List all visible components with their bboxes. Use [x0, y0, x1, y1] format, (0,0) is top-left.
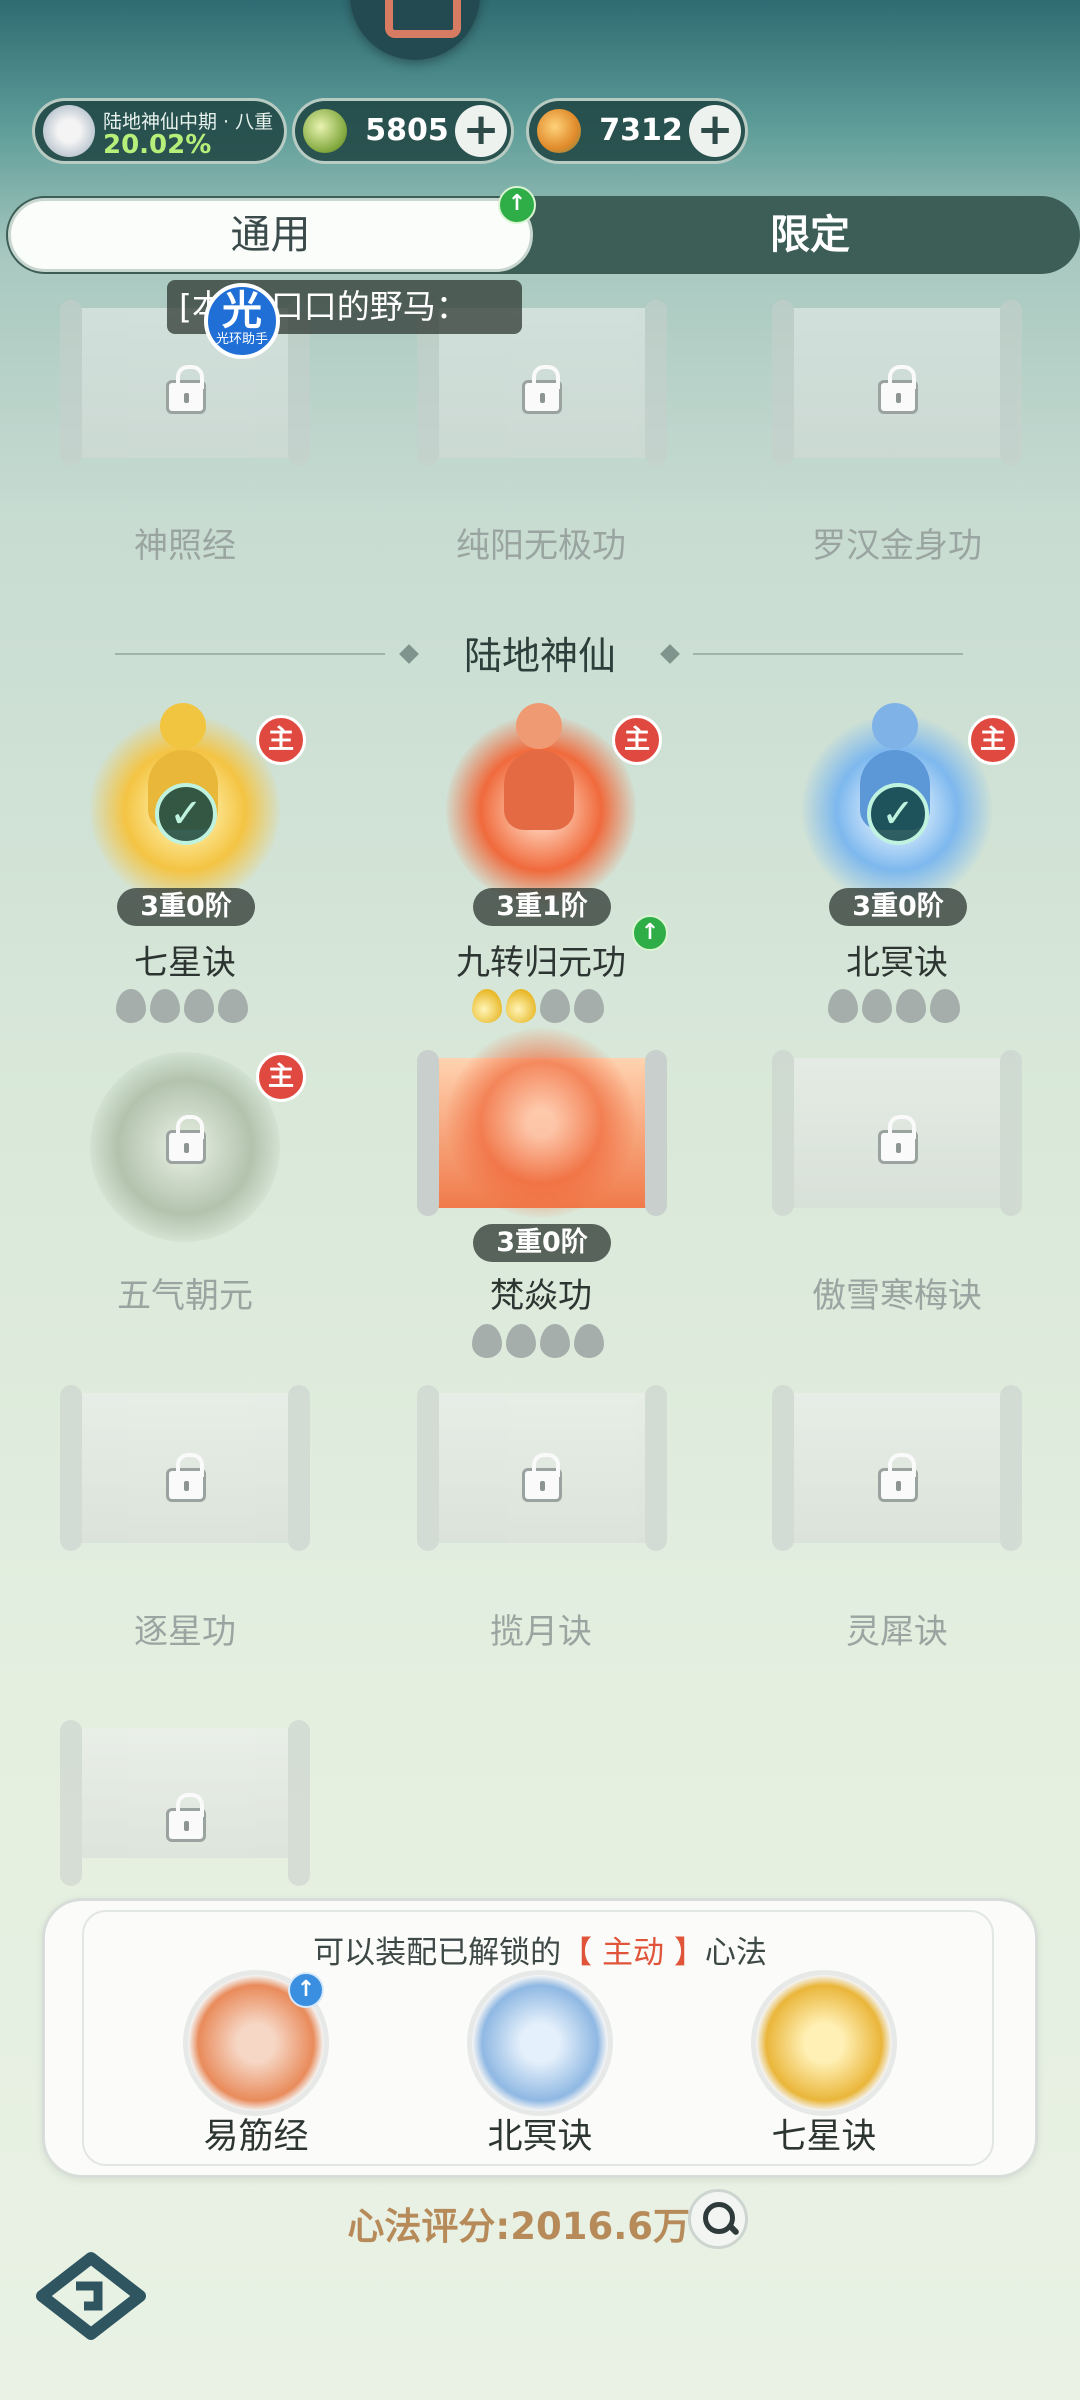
menu-logo-icon[interactable] — [36, 2252, 146, 2340]
rank-drop-icon — [184, 989, 214, 1023]
main-skill-badge: 主 — [968, 715, 1018, 765]
rank-drop-icon — [472, 1324, 502, 1358]
rank-drop-gold-icon — [472, 989, 502, 1023]
figure-head-icon — [872, 703, 918, 749]
realm-progress-chip[interactable]: 陆地神仙中期 · 八重 20.02% — [32, 98, 287, 164]
rank-drop-icon — [150, 989, 180, 1023]
currency-peach-orb: 7312 + — [526, 98, 748, 164]
lock-icon — [878, 365, 918, 414]
hint-text-highlight: 【 主动 】 — [561, 1935, 705, 1971]
upgrade-arrow-icon: ↑ — [498, 186, 536, 224]
equip-slot-name: 易筋经 — [203, 2117, 309, 2157]
hint-text-before: 可以装配已解锁的 — [313, 1935, 562, 1971]
rank-drop-icon — [540, 989, 570, 1023]
skill-name-lingxi[interactable]: 灵犀诀 — [747, 1604, 1047, 1653]
star-drops — [828, 989, 988, 1029]
lock-icon — [878, 1453, 918, 1502]
currency-spirit-stone: 5805 + — [292, 98, 514, 164]
star-drops — [116, 989, 276, 1029]
equipped-check-icon: ✓ — [867, 783, 929, 845]
lock-icon — [522, 1453, 562, 1502]
rank-drop-icon — [116, 989, 146, 1023]
search-icon[interactable] — [688, 2189, 748, 2249]
flame-icon — [446, 1028, 636, 1218]
lock-icon — [166, 1453, 206, 1502]
realm-avatar-icon — [43, 105, 95, 157]
equip-slot-art — [751, 1970, 897, 2116]
lock-icon — [166, 365, 206, 414]
rank-drop-icon — [828, 989, 858, 1023]
rank-drop-icon — [574, 989, 604, 1023]
skill-name-lanyue[interactable]: 揽月诀 — [391, 1604, 691, 1653]
top-emblem-icon[interactable] — [350, 0, 480, 60]
main-skill-badge: 主 — [256, 1052, 306, 1102]
skill-name-wuqichaoyuan: 五气朝元 — [117, 1276, 253, 1316]
helper-glyph: 光 — [222, 288, 262, 334]
section-divider-right — [693, 653, 963, 655]
lock-icon — [878, 1115, 918, 1164]
helper-floating-button[interactable]: 光 光环助手 — [204, 283, 280, 359]
rank-drop-icon — [862, 989, 892, 1023]
rank-drop-gold-icon — [506, 989, 536, 1023]
skill-name-qixingjue: 七星诀 — [134, 943, 236, 983]
equip-slot-art — [467, 1970, 613, 2116]
tab-general[interactable]: 通用 — [8, 198, 533, 272]
skill-rank-badge: 3重1阶 — [473, 888, 611, 926]
currency-spirit-stone-value: 5805 — [365, 113, 449, 148]
lock-icon — [166, 1793, 206, 1842]
equipped-check-icon: ✓ — [155, 783, 217, 845]
section-divider-left — [115, 653, 385, 655]
skill-score: 心法评分:2016.6万 — [347, 2205, 690, 2248]
skill-name-shenzhaojing[interactable]: 神照经 — [35, 518, 335, 567]
skill-name-zhuxing[interactable]: 逐星功 — [35, 1604, 335, 1653]
star-drops — [472, 989, 632, 1029]
rank-drop-icon — [930, 989, 960, 1023]
lock-icon — [522, 365, 562, 414]
spirit-stone-icon — [303, 109, 347, 153]
equip-slot-name: 七星诀 — [771, 2117, 877, 2157]
equip-slot-name: 北冥诀 — [487, 2117, 593, 2157]
rank-drop-icon — [574, 1324, 604, 1358]
hint-text-after: 心法 — [704, 1935, 767, 1971]
helper-label: 光环助手 — [215, 332, 268, 347]
rank-drop-icon — [506, 1324, 536, 1358]
skill-name-luohan[interactable]: 罗汉金身功 — [747, 518, 1047, 567]
skill-name-fanyan: 梵焱功 — [490, 1276, 592, 1316]
tab-limited[interactable]: 限定 — [540, 198, 1080, 272]
figure-head-icon — [516, 703, 562, 749]
currency-peach-orb-value: 7312 — [599, 113, 683, 148]
rank-drop-icon — [218, 989, 248, 1023]
main-skill-badge: 主 — [612, 715, 662, 765]
skill-rank-badge: 3重0阶 — [829, 888, 967, 926]
skill-name-jiuzhuan: 九转归元功 — [456, 943, 626, 983]
main-skill-badge: 主 — [256, 715, 306, 765]
rank-drop-icon — [896, 989, 926, 1023]
figure-body-icon — [504, 750, 574, 830]
section-title: 陆地神仙 — [463, 634, 616, 678]
add-peach-orb-button[interactable]: + — [689, 105, 741, 157]
rank-drop-icon — [540, 1324, 570, 1358]
realm-progress-percent: 20.02% — [103, 130, 212, 160]
equip-panel-hint: 可以装配已解锁的【 主动 】心法 — [82, 1927, 998, 1972]
skill-name-beiming: 北冥诀 — [846, 943, 948, 983]
skill-rank-badge: 3重0阶 — [117, 888, 255, 926]
skill-name-chunyang[interactable]: 纯阳无极功 — [391, 518, 691, 567]
skill-name-aoxue: 傲雪寒梅诀 — [812, 1276, 982, 1316]
peach-orb-icon — [537, 109, 581, 153]
star-drops — [472, 1324, 632, 1364]
lock-icon — [166, 1115, 206, 1164]
figure-head-icon — [160, 703, 206, 749]
skill-rank-badge: 3重0阶 — [473, 1224, 611, 1262]
add-spirit-stone-button[interactable]: + — [455, 105, 507, 157]
upgrade-arrow-icon: ↑ — [288, 1972, 324, 2008]
